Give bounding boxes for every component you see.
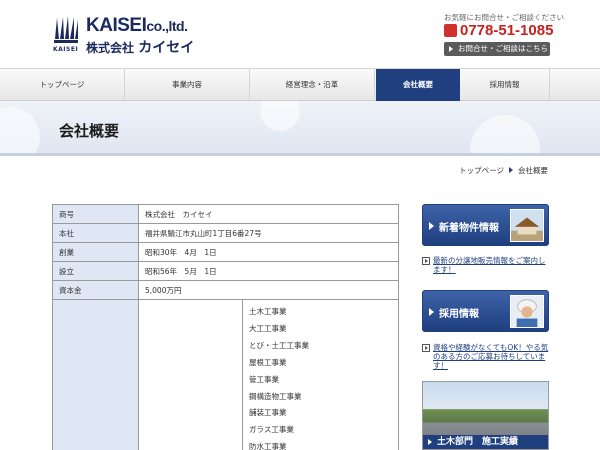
row-label: 資本金 bbox=[52, 280, 139, 300]
row-value: 昭和56年 5月 1日 bbox=[138, 261, 399, 281]
logo-japanese: 株式会社 カイセイ bbox=[86, 37, 194, 57]
contact-button-label: お問合せ・ご相談はこちら bbox=[458, 44, 548, 53]
recruit-label: 採用情報 bbox=[439, 309, 479, 320]
logo-japanese-prefix: 株式会社 bbox=[86, 41, 135, 55]
business-cell: 土木工事業 大工工事業 とび・土工工事業 屋根工事業 管工事業 鋼構造物工事業 … bbox=[138, 299, 399, 450]
contact-button[interactable]: お問合せ・ご相談はこちら bbox=[444, 42, 550, 56]
row-label: 本社 bbox=[52, 223, 139, 243]
nav-item-top[interactable]: トップページ bbox=[0, 69, 125, 101]
list-item: 鋼構造物工事業 bbox=[249, 391, 302, 401]
list-item: ガラス工事業 bbox=[249, 425, 294, 435]
logo-wordmark[interactable]: KAISEIco.,ltd. bbox=[86, 15, 188, 37]
arrow-right-icon bbox=[449, 46, 453, 52]
nav-item-business[interactable]: 事業内容 bbox=[125, 69, 250, 101]
table-row: 設立 昭和56年 5月 1日 bbox=[52, 261, 399, 281]
new-listing-banner[interactable]: 新着物件情報 bbox=[422, 204, 549, 246]
recruit-link[interactable]: 資格や経験がなくてもOK！やる気のある方のご応募お待ちしています！ bbox=[422, 343, 550, 370]
row-label: 商号 bbox=[52, 204, 139, 224]
nav-item-company[interactable]: 会社概要 bbox=[376, 69, 460, 101]
row-label-empty bbox=[52, 299, 139, 450]
nav-item-recruit[interactable]: 採用情報 bbox=[460, 69, 550, 101]
civil-works-label: 土木部門 施工実績 bbox=[423, 435, 548, 449]
logo-wordmark-suffix: co.,ltd. bbox=[146, 18, 188, 34]
list-item: 舗装工事業 bbox=[249, 408, 287, 418]
row-label: 創業 bbox=[52, 242, 139, 262]
table-row: 本社 福井県鯖江市丸山町1丁目6番27号 bbox=[52, 223, 399, 243]
recruit-text: 資格や経験がなくてもOK！やる気のある方のご応募お待ちしています！ bbox=[433, 343, 549, 370]
row-value: 株式会社 カイセイ bbox=[138, 204, 399, 224]
table-row: 資本金 5,000万円 bbox=[52, 280, 399, 300]
logo-wordmark-name: KAISEI bbox=[86, 15, 147, 36]
row-label: 設立 bbox=[52, 261, 139, 281]
site-header: KAISEI KAISEIco.,ltd. 株式会社 カイセイ お気軽にお問合せ… bbox=[0, 0, 600, 68]
row-value: 5,000万円 bbox=[138, 280, 399, 300]
table-row-business: 土木工事業 大工工事業 とび・土工工事業 屋根工事業 管工事業 鋼構造物工事業 … bbox=[52, 299, 399, 450]
worker-photo-icon bbox=[510, 295, 544, 328]
phone-number[interactable]: 0778-51-1085 bbox=[460, 22, 553, 39]
breadcrumb-home-link[interactable]: トップページ bbox=[459, 166, 504, 175]
logo-japanese-name: カイセイ bbox=[138, 40, 195, 56]
phone-icon bbox=[444, 24, 457, 37]
new-listing-link[interactable]: 最新の分譲地販売情報をご案内します！ bbox=[422, 256, 550, 274]
main-nav: トップページ 事業内容 経営理念・沿革 会社概要 採用情報 bbox=[0, 68, 600, 101]
list-item: 土木工事業 bbox=[249, 307, 287, 316]
arrow-right-icon bbox=[429, 308, 434, 316]
new-listing-text: 最新の分譲地販売情報をご案内します！ bbox=[433, 256, 546, 274]
house-photo-icon bbox=[510, 209, 544, 242]
civil-works-banner[interactable]: 土木部門 施工実績 bbox=[422, 381, 549, 450]
business-list: 土木工事業 大工工事業 とび・土工工事業 屋根工事業 管工事業 鋼構造物工事業 … bbox=[243, 300, 398, 450]
table-row: 商号 株式会社 カイセイ bbox=[52, 204, 399, 224]
recruit-banner[interactable]: 採用情報 bbox=[422, 290, 549, 332]
table-row: 創業 昭和30年 4月 1日 bbox=[52, 242, 399, 262]
list-item: 防水工事業 bbox=[249, 442, 287, 450]
breadcrumb: トップページ 会社概要 bbox=[459, 165, 548, 176]
company-info-table: 商号 株式会社 カイセイ 本社 福井県鯖江市丸山町1丁目6番27号 創業 昭和3… bbox=[52, 204, 399, 450]
arrow-right-icon bbox=[429, 222, 434, 230]
row-value: 昭和30年 4月 1日 bbox=[138, 242, 399, 262]
list-item: 管工事業 bbox=[249, 374, 279, 384]
link-arrow-icon bbox=[422, 257, 430, 265]
logo-caption: KAISEI bbox=[53, 46, 79, 53]
list-item: 大工工事業 bbox=[249, 323, 287, 333]
business-left-column bbox=[139, 300, 243, 450]
list-item: とび・土工工事業 bbox=[249, 340, 309, 350]
row-value: 福井県鯖江市丸山町1丁目6番27号 bbox=[138, 223, 399, 243]
nav-item-philosophy[interactable]: 経営理念・沿革 bbox=[250, 69, 375, 101]
new-listing-label: 新着物件情報 bbox=[439, 223, 499, 234]
page-title: 会社概要 bbox=[59, 122, 120, 140]
list-item: 屋根工事業 bbox=[249, 357, 287, 367]
breadcrumb-arrow-icon bbox=[509, 167, 513, 173]
breadcrumb-current: 会社概要 bbox=[518, 166, 548, 175]
link-arrow-icon bbox=[422, 344, 430, 352]
